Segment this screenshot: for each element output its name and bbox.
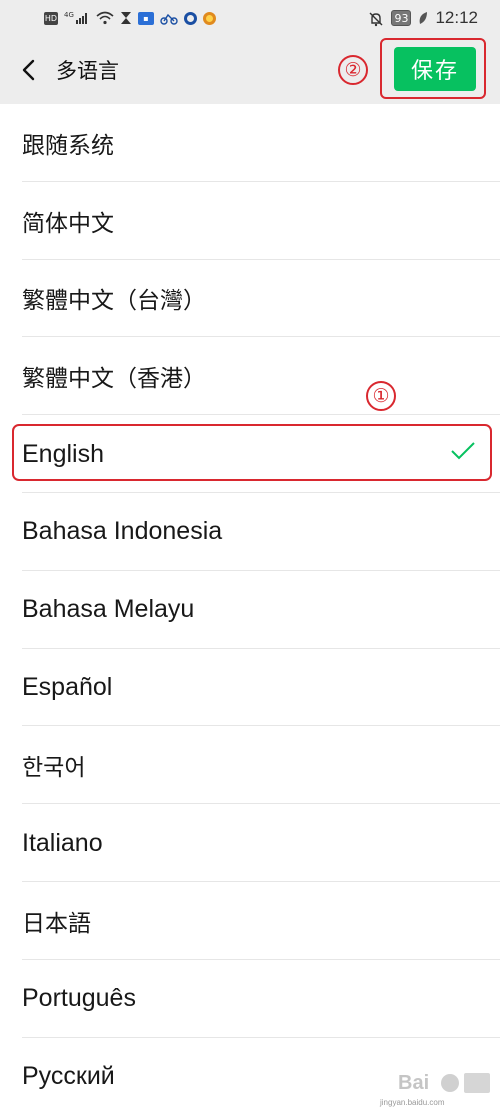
language-label: 繁體中文（香港） bbox=[22, 366, 206, 393]
language-item-korean[interactable]: 한국어 bbox=[0, 726, 500, 805]
language-label: Español bbox=[22, 672, 113, 701]
language-label: English bbox=[22, 439, 104, 468]
status-icons-left: HD 4G ▪ bbox=[44, 11, 216, 25]
status-icons-right: 93 12:12 bbox=[368, 8, 478, 28]
language-label: Italiano bbox=[22, 828, 103, 857]
watermark-caption: jingyan.baidu.com bbox=[380, 1098, 445, 1107]
language-item-traditional-chinese-hongkong[interactable]: 繁體中文（香港） bbox=[0, 337, 500, 416]
language-label: 日本語 bbox=[22, 910, 91, 937]
hd-icon: HD bbox=[44, 11, 58, 25]
language-item-portugues[interactable]: Português bbox=[0, 960, 500, 1038]
checkmark-icon bbox=[451, 442, 475, 460]
language-label: 跟随系统 bbox=[22, 132, 114, 159]
app-notification-icon: ▪ bbox=[138, 11, 154, 25]
clock: 12:12 bbox=[435, 8, 478, 27]
svg-text:4G: 4G bbox=[64, 11, 74, 19]
language-item-follow-system[interactable]: 跟随系统 bbox=[0, 104, 500, 182]
language-item-simplified-chinese[interactable]: 简体中文 bbox=[0, 182, 500, 260]
weibo-icon bbox=[203, 11, 216, 25]
language-label: 简体中文 bbox=[22, 210, 114, 237]
language-label: Bahasa Melayu bbox=[22, 595, 195, 624]
language-item-bahasa-indonesia[interactable]: Bahasa Indonesia bbox=[0, 493, 500, 571]
annotation-step-one: ① bbox=[366, 381, 396, 411]
baidu-watermark-logo: Bai bbox=[398, 1072, 490, 1094]
watermark-brand: Bai bbox=[398, 1072, 429, 1094]
annotation-step-two: ② bbox=[338, 55, 368, 85]
language-label: Русский bbox=[22, 1061, 115, 1090]
language-label: Bahasa Indonesia bbox=[22, 517, 223, 546]
circle-app-icon bbox=[184, 11, 197, 25]
battery-indicator: 93 bbox=[391, 10, 412, 26]
language-item-japanese[interactable]: 日本語 bbox=[0, 882, 500, 960]
language-item-bahasa-melayu[interactable]: Bahasa Melayu bbox=[0, 571, 500, 649]
back-arrow-icon[interactable] bbox=[18, 58, 42, 82]
language-label: 繁體中文（台灣） bbox=[22, 288, 206, 315]
save-button[interactable]: 保存 bbox=[394, 47, 476, 91]
language-item-espanol[interactable]: Español bbox=[0, 649, 500, 727]
bike-icon bbox=[160, 11, 178, 25]
page-title: 多语言 bbox=[56, 59, 119, 83]
language-list: 跟随系统 简体中文 繁體中文（台灣） 繁體中文（香港） English Baha… bbox=[0, 104, 500, 1111]
wifi-icon bbox=[96, 11, 114, 25]
bell-off-icon bbox=[368, 11, 384, 27]
language-label: 한국어 bbox=[22, 755, 86, 782]
language-item-english[interactable]: English bbox=[0, 415, 500, 493]
language-label: Português bbox=[22, 984, 136, 1013]
leaf-icon bbox=[418, 11, 428, 25]
language-item-traditional-chinese-taiwan[interactable]: 繁體中文（台灣） bbox=[0, 260, 500, 338]
status-bar: HD 4G ▪ 93 12:12 bbox=[0, 0, 500, 36]
hourglass-icon bbox=[120, 11, 132, 25]
signal-icon: 4G bbox=[64, 11, 90, 25]
language-item-italiano[interactable]: Italiano bbox=[0, 804, 500, 882]
